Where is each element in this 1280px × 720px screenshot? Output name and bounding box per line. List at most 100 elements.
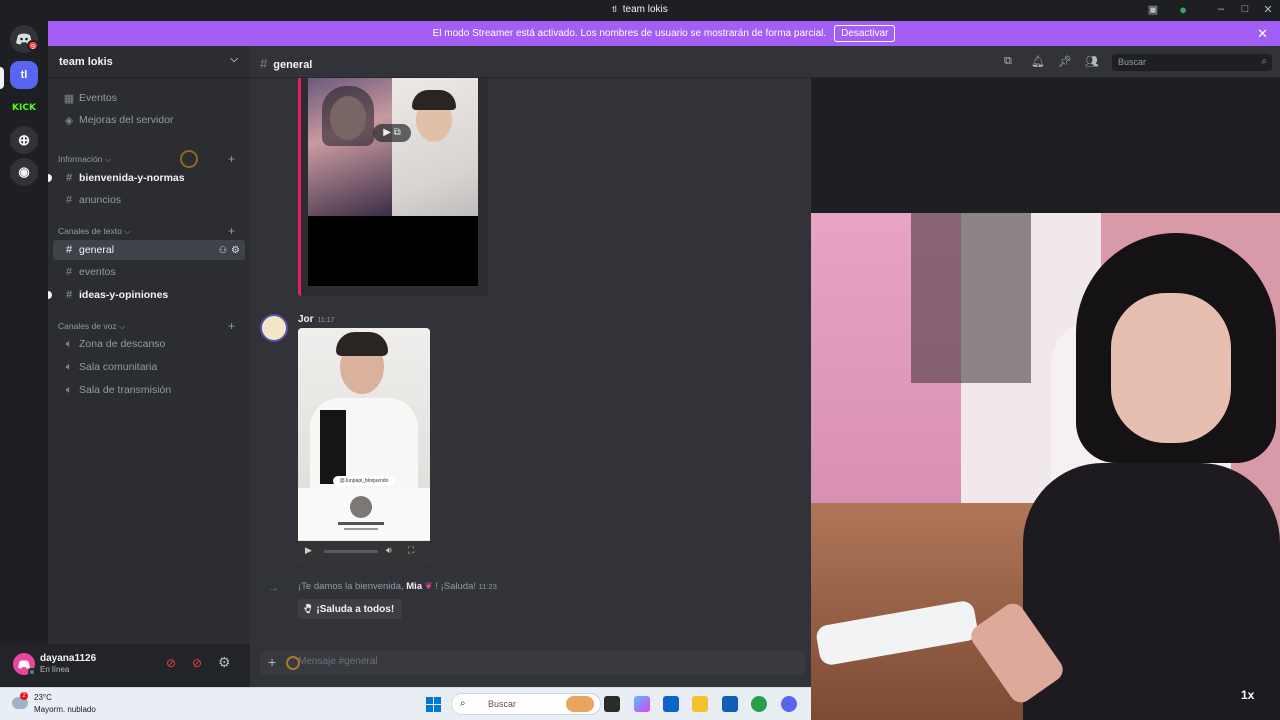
channel-bienvenida-y-normas[interactable]: # bienvenida-y-normas [48,168,245,188]
explore-servers-button[interactable]: ◉ [10,158,38,186]
message-author[interactable]: Jor [298,314,314,325]
search-placeholder: Buscar [1118,57,1147,67]
cursor-indicator [286,656,300,670]
hash-icon: # [65,266,73,278]
welcome-suffix: ! ¡Saluda! [435,581,477,592]
message-composer[interactable]: + Mensaje #general [260,651,805,675]
wave-button[interactable]: 🖐︎ ¡Saluda a todos! [298,599,403,619]
online-status-dot [28,668,36,676]
window-close-button[interactable]: ✕ [1261,3,1275,16]
play-icon[interactable]: ▶ [305,545,312,556]
channel-label: eventos [79,266,116,278]
seek-bar[interactable] [324,550,378,553]
disable-streamer-button[interactable]: Desactivar [834,25,896,42]
voice-channel-sala-de-transmision[interactable]: 🔈︎ Sala de transmisión [53,380,245,400]
channel-anuncios[interactable]: # anuncios [53,190,245,210]
add-channel-icon[interactable]: + [228,224,235,238]
windows-taskbar: 2 23°C Mayorm. nublado ⌕ Buscar [0,687,811,720]
welcome-username[interactable]: Mia [406,581,422,592]
file-explorer-icon[interactable] [692,696,708,712]
hash-icon: # [65,194,73,206]
channel-label: Zona de descanso [79,338,166,350]
sidebar-item-events[interactable]: ▦ Eventos [53,88,245,108]
hash-icon: # [65,172,73,184]
channel-ideas-y-opiniones[interactable]: # ideas-y-opiniones [48,285,245,305]
channel-label: Sala comunitaria [79,361,158,373]
username: dayana1126 [40,653,97,664]
avatar[interactable] [260,314,288,342]
jacket-shape [320,410,346,484]
channel-general[interactable]: # general ⚇ ⚙ [53,240,245,260]
help-icon[interactable]: ● [1176,2,1190,17]
video-attachment[interactable]: @Junpapi_bloquendo ▶ 🔊︎ ⛶ [298,328,430,561]
user-panel: dayana1126 En línea ⊘ ⊘ ⚙ [0,644,250,687]
taskbar-search-placeholder: Buscar [488,699,517,709]
profile-desc-line [344,528,378,530]
video-thumbnail-left [308,78,392,216]
edge-icon[interactable] [751,696,767,712]
kick-label: KICK [12,103,36,113]
copilot-icon[interactable] [634,696,650,712]
hash-icon: # [65,289,73,301]
hair-shape [322,86,374,146]
add-channel-icon[interactable]: + [228,152,235,166]
add-channel-icon[interactable]: + [228,319,235,333]
mic-muted-icon[interactable]: ⊘ [166,656,176,670]
search-input[interactable]: Buscar ⌕ [1112,54,1272,71]
gear-icon[interactable]: ⚙ [231,245,240,256]
search-icon: ⌕ [1261,56,1267,67]
message-timestamp: 11:23 [478,582,497,591]
bell-icon[interactable]: 🔔︎ [1031,55,1045,68]
sidebar-item-boosts[interactable]: ◈ Mejoras del servidor [53,110,245,130]
invite-icon[interactable]: ⚇ [219,245,227,256]
channel-sidebar: team lokis ⌵ ▦ Eventos ◈ Mejoras del servi… [48,46,250,644]
video-controls: ▶ 🔊︎ ⛶ [298,541,430,561]
unread-pip [48,291,52,299]
window-title-text: team lokis [622,4,668,15]
maximize-button[interactable]: □ [1238,3,1252,15]
server-kick[interactable]: KICK [10,94,38,122]
channel-title: # general [260,56,312,71]
composer-placeholder: Mensaje #general [298,656,378,667]
plus-icon[interactable]: + [268,654,276,670]
windows-start-icon[interactable] [426,697,441,712]
server-header[interactable]: team lokis ⌵ [48,46,250,78]
minimize-button[interactable]: – [1214,3,1228,15]
channel-eventos[interactable]: # eventos [53,262,245,282]
user-settings-gear-icon[interactable]: ⚙ [218,654,231,671]
category-canales-de-texto[interactable]: Canales de texto ⌵ + [58,224,235,238]
outlook-icon[interactable] [722,696,738,712]
hair-shape [412,90,456,110]
hair-shape [336,332,388,356]
category-informacion[interactable]: Información ⌵ + [58,152,235,166]
pin-icon[interactable]: 📌︎ [1058,55,1072,68]
members-icon[interactable]: 👥︎ [1085,55,1099,68]
category-label: Canales de texto [58,226,122,236]
threads-icon[interactable]: ⧉ [1004,55,1012,68]
headphones-muted-icon[interactable]: ⊘ [192,656,202,670]
add-server-button[interactable]: ⊕ [10,126,38,154]
server-team-lokis[interactable]: tl [10,61,38,89]
store-icon[interactable] [663,696,679,712]
notification-badge: 9 [27,40,39,51]
channel-header: # general ⧉ 🔔︎ 📌︎ 👥︎ Buscar ⌕ [250,46,1280,78]
category-canales-de-voz[interactable]: Canales de voz ⌵ + [58,319,235,333]
voice-channel-sala-comunitaria[interactable]: 🔈︎ Sala comunitaria [53,357,245,377]
message-timestamp: 11:17 [317,317,335,324]
fullscreen-icon[interactable]: ⛶ [408,545,414,556]
plus-icon: ⊕ [17,132,31,149]
voice-channel-zona-de-descanso[interactable]: 🔈︎ Zona de descanso [53,334,245,354]
screen-share-icon[interactable]: ▣ [1146,3,1160,16]
close-icon[interactable]: ✕ [1257,26,1268,42]
taskbar-search[interactable]: ⌕ Buscar [451,693,601,715]
video-thumbnail-right [392,78,478,216]
hash-icon: # [65,244,73,256]
video-caption: @Junpapi_bloquendo [333,476,395,486]
task-view-icon[interactable] [604,696,620,712]
play-controls[interactable]: ▶ ⧉ [373,124,411,142]
speaker-icon: 🔈︎ [65,360,73,373]
discord-taskbar-icon[interactable] [781,696,797,712]
window-titlebar: tl team lokis ▣ ● – □ ✕ [0,0,1280,21]
volume-icon[interactable]: 🔊︎ [386,545,392,556]
weather-description: Mayorm. nublado [34,705,96,714]
